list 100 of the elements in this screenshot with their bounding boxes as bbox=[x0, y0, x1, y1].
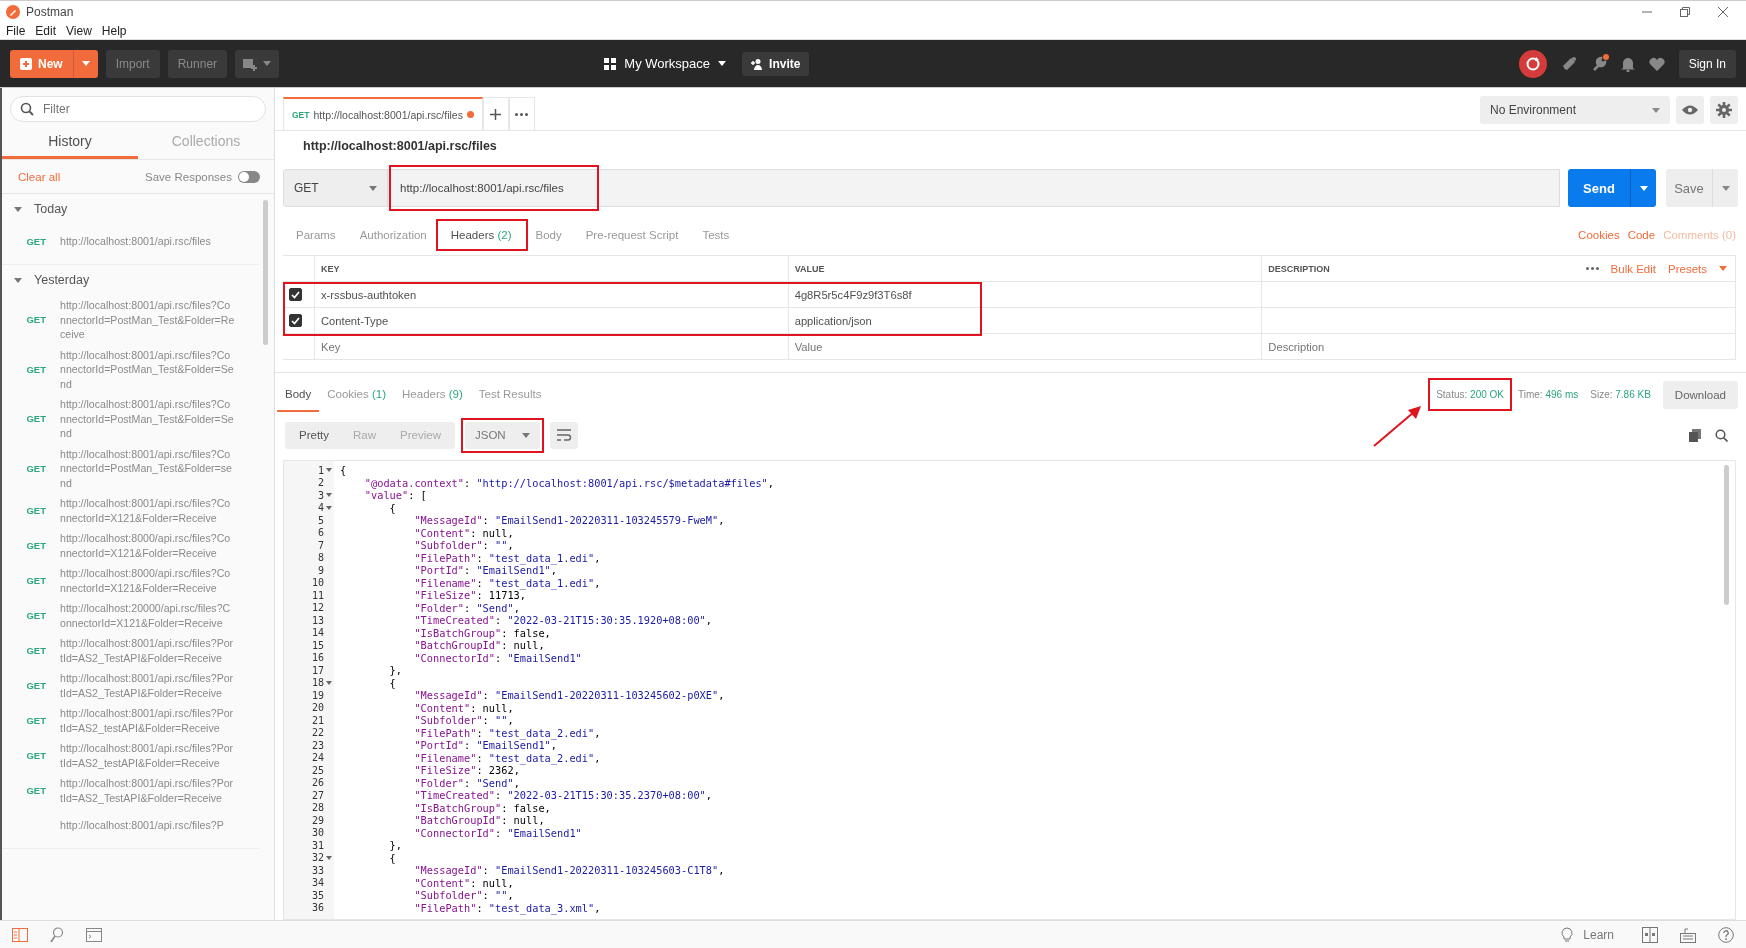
fold-icon[interactable] bbox=[325, 505, 332, 510]
download-button[interactable]: Download bbox=[1662, 380, 1738, 409]
line-number: 14 bbox=[311, 627, 324, 639]
history-item[interactable]: http://localhost:8001/api.rsc/files?ConnectorId=PostMan_Test&Folder=Receive bbox=[60, 298, 235, 342]
response-tab[interactable]: Body bbox=[277, 377, 320, 412]
sidebar-icon[interactable] bbox=[12, 927, 28, 942]
heart-icon[interactable] bbox=[1648, 56, 1665, 71]
new-window-button[interactable] bbox=[235, 49, 280, 78]
eye-button[interactable] bbox=[1676, 96, 1704, 124]
history-item[interactable]: http://localhost:8001/api.rsc/files?PortId=AS2_testAPI&Folder=Receive bbox=[60, 706, 235, 735]
toolbar-button[interactable]: Runner bbox=[167, 49, 228, 78]
sign-in-button[interactable]: Sign In bbox=[1678, 49, 1736, 78]
fold-icon[interactable] bbox=[325, 468, 332, 473]
filter-field[interactable]: Filter bbox=[10, 96, 266, 122]
value-field[interactable]: Value bbox=[794, 334, 1262, 359]
find-icon[interactable] bbox=[50, 926, 64, 943]
menu-item[interactable]: Help bbox=[101, 23, 127, 38]
clear-all-link[interactable]: Clear all bbox=[18, 170, 61, 183]
request-section-tab[interactable]: Tests bbox=[691, 223, 741, 247]
caret-icon[interactable] bbox=[718, 61, 727, 66]
key-field[interactable]: Key bbox=[321, 334, 788, 359]
two-pane-icon[interactable] bbox=[1642, 926, 1658, 943]
response-tab[interactable]: Test Results bbox=[470, 377, 550, 412]
history-item[interactable]: http://localhost:8001/api.rsc/files?ConnectorId=PostMan_Test&Folder=Send bbox=[60, 397, 235, 441]
request-section-tab[interactable]: Headers (2) bbox=[439, 223, 523, 247]
toolbar-button[interactable]: Import bbox=[105, 49, 160, 78]
view-mode-tab[interactable]: Pretty bbox=[287, 421, 342, 449]
checkbox[interactable] bbox=[289, 288, 302, 301]
fold-icon[interactable] bbox=[325, 855, 332, 860]
scrollbar[interactable] bbox=[263, 200, 268, 345]
menu-item[interactable]: File bbox=[6, 23, 26, 38]
description-field[interactable]: Description bbox=[1268, 334, 1735, 359]
group-label[interactable]: Yesterday bbox=[34, 273, 90, 287]
table-cell[interactable] bbox=[1262, 308, 1736, 334]
history-item[interactable]: http://localhost:8001/api.rsc/files?ConnectorId=PostMan_Test&Folder=send bbox=[60, 446, 235, 490]
format-dropdown[interactable]: JSON bbox=[464, 421, 540, 449]
environment-dropdown[interactable]: No Environment bbox=[1480, 96, 1670, 124]
history-item[interactable]: http://localhost:8001/api.rsc/files?PortId=AS2_testAPI&Folder=Receive bbox=[60, 741, 235, 770]
fold-icon[interactable] bbox=[325, 493, 332, 498]
wrap-button[interactable] bbox=[549, 421, 578, 449]
response-tab[interactable]: Headers (9) bbox=[394, 377, 471, 412]
method-label: GET bbox=[26, 363, 46, 375]
send-dropdown-button[interactable] bbox=[1630, 169, 1656, 207]
request-section-tab[interactable]: Body bbox=[524, 223, 573, 247]
console-icon[interactable] bbox=[86, 927, 102, 942]
history-item[interactable]: http://localhost:8001/api.rsc/files?ConnectorId=PostMan_Test&Folder=Send bbox=[60, 347, 235, 391]
link[interactable]: Code bbox=[1627, 229, 1656, 241]
fold-icon[interactable] bbox=[325, 680, 332, 685]
view-mode-tab[interactable]: Raw bbox=[341, 421, 389, 449]
help-icon[interactable] bbox=[1718, 926, 1734, 943]
menu-item[interactable]: View bbox=[66, 23, 92, 38]
history-item[interactable]: http://localhost:8001/api.rsc/files?PortId=AS2_TestAPI&Folder=Receive bbox=[60, 776, 235, 805]
history-item[interactable]: http://localhost:8001/api.rsc/files?P bbox=[60, 817, 235, 833]
request-section-tab[interactable]: Params bbox=[285, 223, 347, 247]
new-tab-button[interactable] bbox=[482, 97, 509, 130]
history-item[interactable]: http://localhost:8001/api.rsc/files?PortId=AS2_TestAPI&Folder=Receive bbox=[60, 671, 235, 700]
copy-icon[interactable] bbox=[1689, 428, 1701, 442]
keyboard-icon[interactable] bbox=[1680, 926, 1696, 943]
view-mode-tab[interactable]: Preview bbox=[388, 421, 453, 449]
table-cell[interactable] bbox=[1262, 282, 1736, 308]
table-cell[interactable]: 4g8R5r5c4F9z9f3T6s8f bbox=[788, 282, 1263, 308]
history-item[interactable]: http://localhost:8000/api.rsc/files?ConnectorId=X121&Folder=Receive bbox=[60, 566, 235, 595]
new-button[interactable]: New bbox=[10, 49, 74, 78]
response-tab[interactable]: Cookies (1) bbox=[319, 377, 395, 412]
sidebar-tab[interactable]: History bbox=[2, 126, 138, 159]
save-responses-toggle[interactable] bbox=[238, 170, 260, 183]
code-line: "TimeCreated": "2022-03-21T15:30:35.1920+08:00", bbox=[413, 614, 713, 627]
request-section-tab[interactable]: Authorization bbox=[348, 223, 438, 247]
group-label[interactable]: Today bbox=[34, 202, 68, 216]
send-button[interactable]: Send bbox=[1568, 169, 1630, 207]
close-icon[interactable] bbox=[1718, 6, 1728, 17]
caret-down-icon[interactable] bbox=[14, 205, 22, 213]
bell-icon[interactable] bbox=[1620, 55, 1635, 72]
sidebar-tab[interactable]: Collections bbox=[138, 126, 274, 159]
table-cell[interactable]: application/json bbox=[788, 308, 1263, 334]
sync-button[interactable] bbox=[1518, 49, 1547, 78]
history-item[interactable]: http://localhost:8000/api.rsc/files?ConnectorId=X121&Folder=Receive bbox=[60, 531, 235, 560]
more-icon[interactable] bbox=[1585, 267, 1599, 270]
history-item[interactable]: http://localhost:8001/api.rsc/files?ConnectorId=X121&Folder=Receive bbox=[60, 496, 235, 525]
history-item[interactable]: http://localhost:20000/api.rsc/files?ConnectorId=X121&Folder=Receive bbox=[60, 601, 235, 630]
caret-down-icon[interactable] bbox=[14, 276, 22, 284]
table-cell[interactable]: Content-Type bbox=[315, 308, 789, 334]
request-section-tab[interactable]: Pre-request Script bbox=[574, 223, 690, 247]
link[interactable]: Cookies bbox=[1578, 229, 1620, 241]
table-cell[interactable]: x-rssbus-authtoken bbox=[315, 282, 789, 308]
workspace-dropdown[interactable]: My Workspace bbox=[598, 55, 733, 72]
history-item[interactable]: http://localhost:8001/api.rsc/files?PortId=AS2_TestAPI&Folder=Receive bbox=[60, 636, 235, 665]
request-tab[interactable]: GET http://localhost:8001/api.rsc/files bbox=[283, 97, 483, 130]
menu-item[interactable]: Edit bbox=[35, 23, 57, 38]
search-icon[interactable] bbox=[1715, 428, 1728, 442]
method-dropdown[interactable]: GET bbox=[283, 169, 388, 207]
checkbox[interactable] bbox=[289, 314, 302, 327]
settings-button[interactable] bbox=[1710, 96, 1738, 124]
bulk-edit-link[interactable]: Bulk Edit bbox=[1610, 262, 1656, 275]
new-dropdown-button[interactable] bbox=[73, 49, 98, 78]
presets-dropdown[interactable]: Presets bbox=[1668, 262, 1707, 275]
history-item[interactable]: http://localhost:8001/api.rsc/files bbox=[60, 233, 235, 249]
learn-button[interactable]: Learn bbox=[1555, 925, 1620, 944]
restore-icon[interactable] bbox=[1680, 6, 1690, 17]
invite-button[interactable]: Invite bbox=[742, 51, 810, 76]
